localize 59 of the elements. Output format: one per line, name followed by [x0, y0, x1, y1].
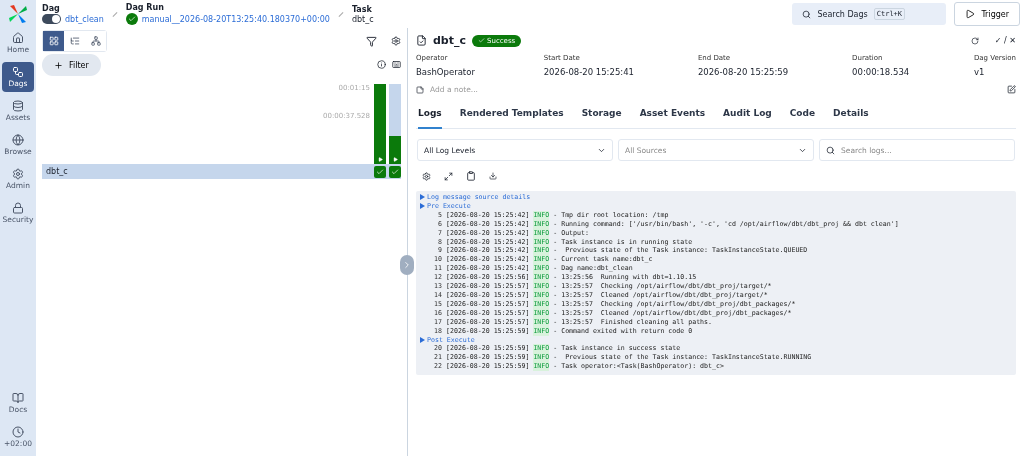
task-title: dbt_c — [433, 34, 467, 47]
graph-icon — [90, 36, 101, 46]
info-icon — [377, 59, 386, 69]
tab[interactable]: Storage — [581, 108, 622, 129]
clock-icon — [12, 426, 24, 438]
gear-icon — [12, 168, 24, 180]
refresh-icon — [970, 36, 979, 45]
note-icon — [416, 85, 424, 94]
book-icon — [12, 392, 24, 404]
task-status-icon[interactable] — [374, 165, 386, 178]
tab[interactable]: Asset Events — [639, 108, 706, 129]
toggle-switch[interactable] — [42, 14, 61, 24]
task-row[interactable]: dbt_c — [42, 164, 401, 179]
plus-icon — [54, 60, 63, 70]
home-icon — [12, 32, 24, 44]
filter-icon — [366, 35, 377, 47]
expand-icon — [444, 171, 453, 181]
trigger-button[interactable]: Trigger — [954, 2, 1020, 26]
search-icon — [826, 145, 835, 155]
mark-state-button[interactable]: ✓ / ✕ — [994, 36, 1016, 45]
breadcrumb-link[interactable]: dbt_clean — [65, 14, 104, 24]
tab[interactable]: Details — [833, 108, 869, 129]
run-bar[interactable] — [389, 136, 401, 164]
breadcrumb-heading: Dag — [42, 4, 61, 13]
clipboard-icon — [466, 171, 476, 181]
triangle-icon — [420, 336, 425, 343]
settings-icon — [422, 171, 431, 181]
logo-icon — [8, 4, 28, 24]
tab[interactable]: Rendered Templates — [459, 108, 564, 129]
tab[interactable]: Code — [789, 108, 816, 129]
lock-icon — [12, 202, 24, 214]
list-tree-icon — [69, 36, 80, 46]
view-button[interactable] — [43, 31, 64, 51]
expand-handle[interactable] — [400, 255, 414, 275]
task-status-icon[interactable] — [389, 165, 401, 178]
globe-icon — [12, 134, 24, 146]
tab[interactable]: Logs — [418, 108, 442, 129]
search-icon — [802, 9, 812, 19]
tab[interactable]: Audit Log — [723, 108, 772, 129]
filter-button[interactable]: Filter — [42, 54, 101, 76]
field-value: 00:00:18.534 — [852, 67, 911, 77]
keyboard-icon — [392, 59, 401, 69]
download-icon — [489, 172, 497, 180]
breadcrumb-link[interactable]: dbt_c — [351, 14, 374, 24]
workflow-icon — [12, 66, 24, 78]
database-icon — [12, 100, 24, 112]
field-value: v1 — [973, 67, 986, 77]
field-value: 2026-08-20 15:25:41 — [543, 67, 635, 77]
field-value: BashOperator — [416, 67, 476, 77]
file-check-icon — [416, 35, 427, 46]
breadcrumb-link[interactable]: manual__2026-08-20T13:25:40.180370+00:00 — [141, 14, 330, 24]
breadcrumb-heading: Dag Run — [125, 3, 165, 12]
grid-icon — [48, 36, 59, 46]
edit-icon — [1007, 85, 1016, 94]
play-icon — [965, 9, 976, 19]
success-icon — [125, 13, 138, 25]
field-value: 2026-08-20 15:25:59 — [697, 67, 790, 77]
breadcrumb-heading: Task — [351, 4, 373, 14]
settings-icon — [391, 36, 401, 46]
